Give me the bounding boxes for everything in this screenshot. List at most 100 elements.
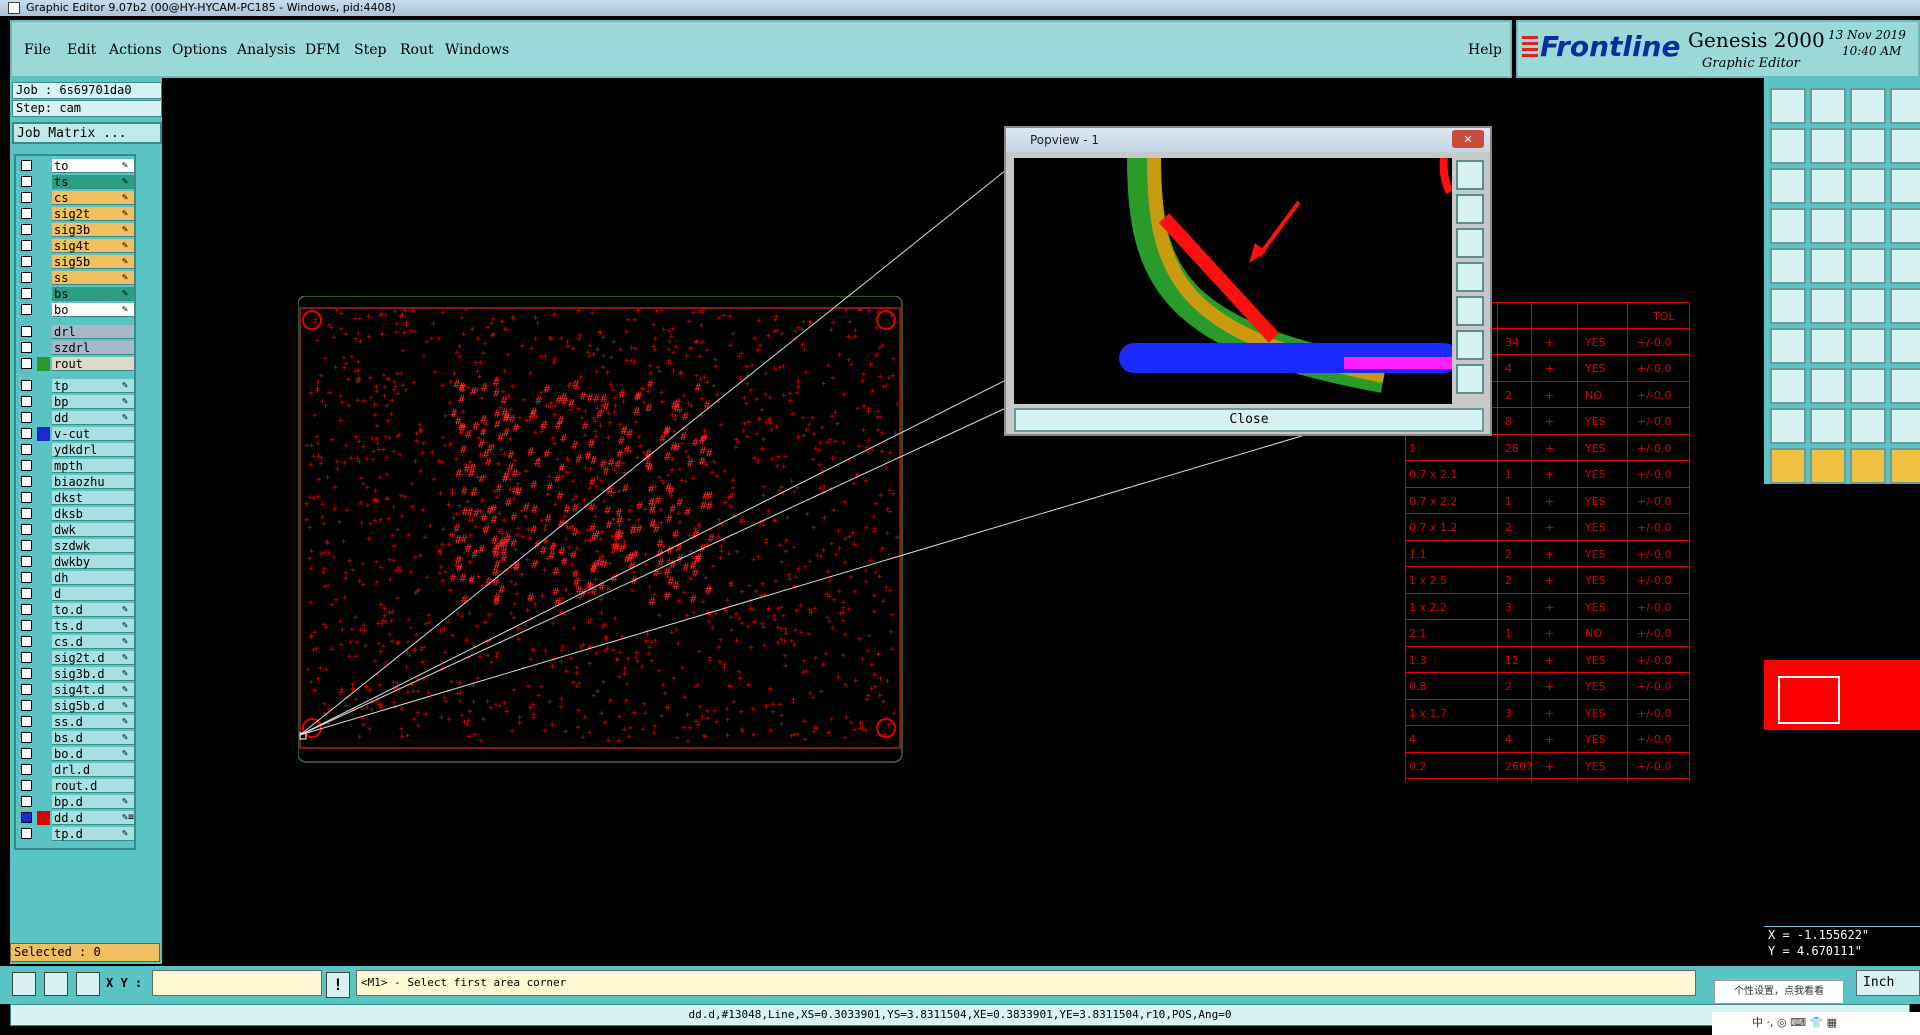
popview-tool-7[interactable] bbox=[1456, 364, 1484, 394]
layer-name[interactable]: rout bbox=[52, 357, 134, 371]
layer-row[interactable]: sig4t ✎ bbox=[16, 238, 136, 254]
menu-actions[interactable]: Actions bbox=[109, 42, 162, 58]
tool-button-2-2[interactable] bbox=[1850, 168, 1886, 204]
layer-color-swatch[interactable] bbox=[37, 763, 50, 777]
layer-row[interactable]: drl.d bbox=[16, 762, 136, 778]
layer-row[interactable]: cs.d ✎ bbox=[16, 634, 136, 650]
layer-color-swatch[interactable] bbox=[37, 667, 50, 681]
layer-color-swatch[interactable] bbox=[37, 287, 50, 301]
layer-name[interactable]: biaozhu bbox=[52, 475, 134, 489]
layer-color-swatch[interactable] bbox=[37, 223, 50, 237]
layer-color-swatch[interactable] bbox=[37, 619, 50, 633]
layer-row[interactable]: biaozhu bbox=[16, 474, 136, 490]
layer-checkbox[interactable] bbox=[21, 620, 32, 631]
tool-button-7-3[interactable] bbox=[1890, 368, 1920, 404]
layer-color-swatch[interactable] bbox=[37, 271, 50, 285]
menu-dfm[interactable]: DFM bbox=[305, 42, 340, 58]
layer-checkbox[interactable] bbox=[21, 240, 32, 251]
layer-checkbox[interactable] bbox=[21, 208, 32, 219]
layer-row[interactable]: mpth bbox=[16, 458, 136, 474]
tool-button-6-0[interactable] bbox=[1770, 328, 1806, 364]
tool-button-4-3[interactable] bbox=[1890, 248, 1920, 284]
layer-row[interactable]: bo.d ✎ bbox=[16, 746, 136, 762]
tool-button-7-2[interactable] bbox=[1850, 368, 1886, 404]
menu-options[interactable]: Options bbox=[172, 42, 227, 58]
layer-checkbox[interactable] bbox=[21, 256, 32, 267]
layer-color-swatch[interactable] bbox=[37, 159, 50, 173]
layer-row[interactable]: dksb bbox=[16, 506, 136, 522]
tool-button-2-3[interactable] bbox=[1890, 168, 1920, 204]
layer-color-swatch[interactable] bbox=[37, 303, 50, 317]
layer-checkbox[interactable] bbox=[21, 684, 32, 695]
layer-row[interactable]: sig5b.d ✎ bbox=[16, 698, 136, 714]
tool-button-5-1[interactable] bbox=[1810, 288, 1846, 324]
layer-row[interactable]: sig3b ✎ bbox=[16, 222, 136, 238]
layer-checkbox[interactable] bbox=[21, 588, 32, 599]
tool-button-9-3[interactable] bbox=[1890, 448, 1920, 484]
layer-checkbox[interactable] bbox=[21, 326, 32, 337]
measure-icon[interactable] bbox=[44, 972, 68, 996]
tool-button-3-0[interactable] bbox=[1770, 208, 1806, 244]
layer-row[interactable]: sig2t.d ✎ bbox=[16, 650, 136, 666]
tool-button-9-0[interactable] bbox=[1770, 448, 1806, 484]
layer-color-swatch[interactable] bbox=[37, 255, 50, 269]
layer-checkbox[interactable] bbox=[21, 492, 32, 503]
layer-color-swatch[interactable] bbox=[37, 357, 50, 371]
layer-row[interactable]: tp ✎ bbox=[16, 378, 136, 394]
layer-checkbox[interactable] bbox=[21, 396, 32, 407]
layer-checkbox[interactable] bbox=[21, 460, 32, 471]
menu-analysis[interactable]: Analysis bbox=[237, 42, 296, 58]
layer-checkbox[interactable] bbox=[21, 224, 32, 235]
layer-row[interactable]: bs.d ✎ bbox=[16, 730, 136, 746]
layer-checkbox[interactable] bbox=[21, 652, 32, 663]
tool-button-8-3[interactable] bbox=[1890, 408, 1920, 444]
tool-button-7-0[interactable] bbox=[1770, 368, 1806, 404]
layer-row[interactable]: bp ✎ bbox=[16, 394, 136, 410]
layer-row[interactable]: ts ✎ bbox=[16, 174, 136, 190]
tool-button-5-3[interactable] bbox=[1890, 288, 1920, 324]
tool-button-0-3[interactable] bbox=[1890, 88, 1920, 124]
layer-row[interactable]: dkst bbox=[16, 490, 136, 506]
layer-color-swatch[interactable] bbox=[37, 603, 50, 617]
tool-button-3-2[interactable] bbox=[1850, 208, 1886, 244]
layer-name[interactable]: ydkdrl bbox=[52, 443, 134, 457]
layer-row[interactable]: cs ✎ bbox=[16, 190, 136, 206]
layer-checkbox[interactable] bbox=[21, 288, 32, 299]
layer-row[interactable]: sig3b.d ✎ bbox=[16, 666, 136, 682]
layer-checkbox[interactable] bbox=[21, 636, 32, 647]
layer-color-swatch[interactable] bbox=[37, 379, 50, 393]
tool-button-9-2[interactable] bbox=[1850, 448, 1886, 484]
layer-name[interactable]: drl bbox=[52, 325, 134, 339]
popview-tool-1[interactable] bbox=[1456, 160, 1484, 190]
tool-button-4-2[interactable] bbox=[1850, 248, 1886, 284]
layer-row[interactable]: ss.d ✎ bbox=[16, 714, 136, 730]
layer-name[interactable]: d bbox=[52, 587, 134, 601]
layer-name[interactable]: dkst bbox=[52, 491, 134, 505]
layer-checkbox[interactable] bbox=[21, 556, 32, 567]
tool-button-1-3[interactable] bbox=[1890, 128, 1920, 164]
layer-color-swatch[interactable] bbox=[37, 325, 50, 339]
tool-button-8-2[interactable] bbox=[1850, 408, 1886, 444]
layer-color-swatch[interactable] bbox=[37, 635, 50, 649]
layer-color-swatch[interactable] bbox=[37, 747, 50, 761]
layer-row[interactable]: dwk bbox=[16, 522, 136, 538]
layer-color-swatch[interactable] bbox=[37, 827, 50, 841]
layer-checkbox[interactable] bbox=[21, 428, 32, 439]
tool-button-5-0[interactable] bbox=[1770, 288, 1806, 324]
tool-button-3-3[interactable] bbox=[1890, 208, 1920, 244]
tool-button-0-0[interactable] bbox=[1770, 88, 1806, 124]
tool-button-5-2[interactable] bbox=[1850, 288, 1886, 324]
layer-row[interactable]: dwkby bbox=[16, 554, 136, 570]
tool-button-0-2[interactable] bbox=[1850, 88, 1886, 124]
popview-tool-2[interactable] bbox=[1456, 194, 1484, 224]
xy-input[interactable] bbox=[152, 970, 322, 996]
layer-checkbox[interactable] bbox=[21, 716, 32, 727]
layer-row[interactable]: to ✎ bbox=[16, 158, 136, 174]
layer-row[interactable]: sig4t.d ✎ bbox=[16, 682, 136, 698]
layer-checkbox[interactable] bbox=[21, 796, 32, 807]
layer-checkbox[interactable] bbox=[21, 304, 32, 315]
layer-color-swatch[interactable] bbox=[37, 395, 50, 409]
menu-help[interactable]: Help bbox=[1468, 42, 1502, 58]
layer-name[interactable]: dwkby bbox=[52, 555, 134, 569]
layer-color-swatch[interactable] bbox=[37, 811, 50, 825]
